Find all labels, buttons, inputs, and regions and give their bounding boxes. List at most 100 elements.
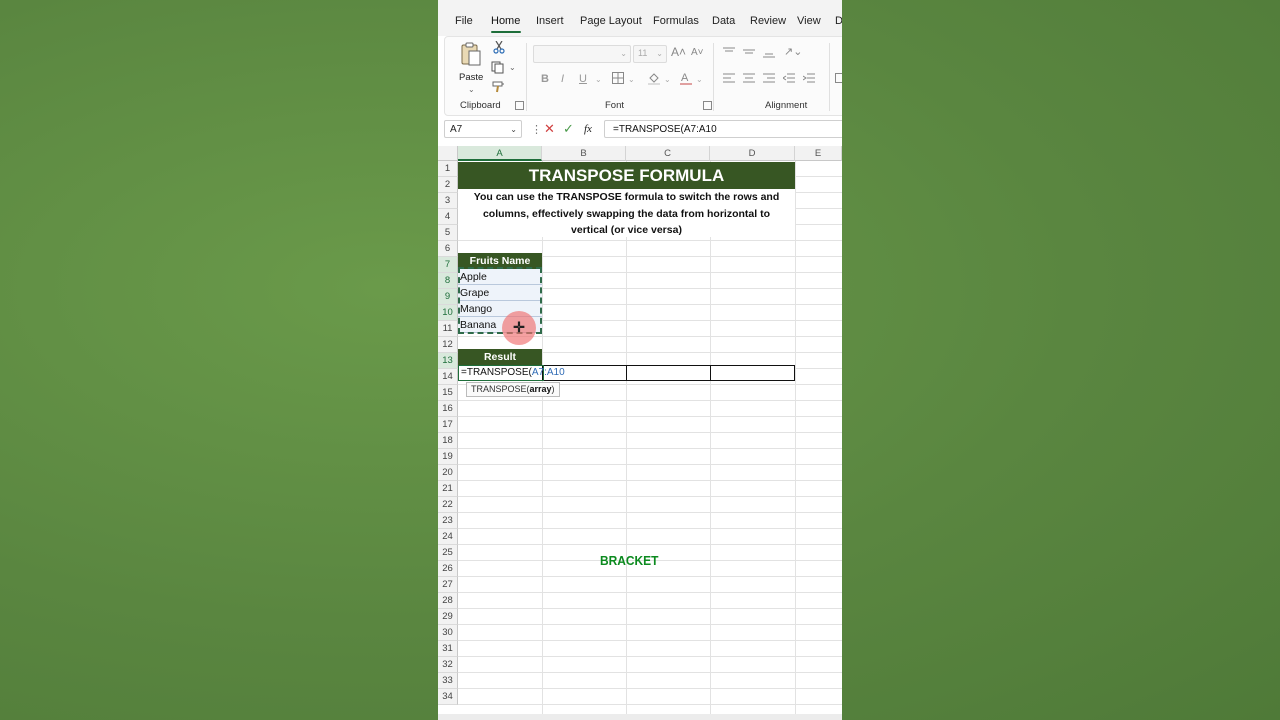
row-header[interactable]: 5 (438, 225, 458, 241)
column-header-d[interactable]: D (710, 146, 795, 161)
grid-row-line (458, 592, 842, 593)
increase-indent-icon[interactable] (803, 73, 815, 83)
align-center-icon[interactable] (743, 73, 755, 83)
borders-icon[interactable] (612, 72, 624, 84)
cancel-icon[interactable]: ✕ (544, 122, 555, 135)
row-header[interactable]: 34 (438, 689, 458, 705)
result-header-cell[interactable]: Result (458, 349, 542, 365)
grid-row-line (458, 704, 842, 705)
row-header[interactable]: 16 (438, 401, 458, 417)
merge-icon[interactable] (835, 73, 842, 83)
row-header[interactable]: 18 (438, 433, 458, 449)
row-header[interactable]: 27 (438, 577, 458, 593)
row-header[interactable]: 17 (438, 417, 458, 433)
cell-cursor-icon: ✛ (513, 319, 525, 335)
row-header[interactable]: 2 (438, 177, 458, 193)
row-header[interactable]: 21 (438, 481, 458, 497)
row-header[interactable]: 29 (438, 609, 458, 625)
font-color-icon[interactable]: A (679, 71, 693, 85)
font-launcher-icon[interactable] (703, 101, 712, 110)
tab-data[interactable]: Data (712, 15, 735, 27)
grid-row-line (458, 496, 842, 497)
description-line: columns, effectively swapping the data f… (482, 207, 771, 220)
copy-icon[interactable] (491, 61, 504, 74)
decrease-font-icon[interactable]: A˅ (691, 47, 704, 59)
chevron-down-icon[interactable]: ⌄ (595, 74, 602, 86)
tab-review[interactable]: Review (750, 15, 786, 27)
row-header[interactable]: 26 (438, 561, 458, 577)
row-header[interactable]: 25 (438, 545, 458, 561)
bold-icon[interactable]: B (541, 73, 549, 85)
align-middle-icon[interactable] (743, 47, 755, 57)
row-header[interactable]: 10 (438, 305, 458, 321)
insert-function-button[interactable]: fx (584, 123, 592, 135)
row-header[interactable]: 9 (438, 289, 458, 305)
font-name-dropdown[interactable]: ⌄ (533, 45, 631, 63)
more-options-icon[interactable]: ⋮ (531, 124, 542, 136)
decrease-indent-icon[interactable] (783, 73, 795, 83)
name-box[interactable]: A7 ⌄ (444, 120, 522, 138)
formula-input[interactable]: =TRANSPOSE(A7:A10 (604, 120, 842, 138)
chevron-down-icon[interactable]: ⌄ (628, 74, 635, 86)
tab-view[interactable]: View (797, 15, 821, 27)
row-header[interactable]: 11 (438, 321, 458, 337)
align-left-icon[interactable] (723, 73, 735, 83)
row-header[interactable]: 14 (438, 369, 458, 385)
orientation-icon[interactable]: ↗⌄ (784, 46, 802, 58)
row-header[interactable]: 6 (438, 241, 458, 257)
align-top-icon[interactable] (723, 47, 735, 57)
row-header[interactable]: 33 (438, 673, 458, 689)
tab-more[interactable]: D (835, 15, 842, 27)
tab-insert[interactable]: Insert (536, 15, 564, 27)
paste-dropdown-icon: ⌄ (468, 85, 475, 94)
cut-icon[interactable] (493, 41, 505, 54)
column-header-b[interactable]: B (542, 146, 626, 161)
align-bottom-icon[interactable] (763, 49, 775, 59)
format-painter-icon[interactable] (492, 81, 505, 93)
column-header-e[interactable]: E (795, 146, 842, 161)
tab-file[interactable]: File (455, 15, 473, 27)
row-header[interactable]: 7 (438, 257, 458, 273)
column-header-a[interactable]: A (458, 146, 542, 161)
row-header[interactable]: 32 (438, 657, 458, 673)
ribbon-divider (829, 43, 830, 111)
row-header[interactable]: 13 (438, 353, 458, 369)
result-row-cells[interactable]: =TRANSPOSE(A7:A10 (458, 365, 795, 381)
row-header[interactable]: 28 (438, 593, 458, 609)
function-tooltip[interactable]: TRANSPOSE(array) (466, 382, 560, 397)
italic-icon[interactable]: I (561, 73, 564, 85)
row-header[interactable]: 12 (438, 337, 458, 353)
tab-page-layout[interactable]: Page Layout (580, 15, 642, 27)
paste-button[interactable]: Paste ⌄ (455, 41, 487, 94)
column-header-c[interactable]: C (626, 146, 710, 161)
row-header[interactable]: 30 (438, 625, 458, 641)
tab-formulas[interactable]: Formulas (653, 15, 699, 27)
copy-dropdown-icon[interactable]: ⌄ (509, 62, 516, 74)
title-cell[interactable]: TRANSPOSE FORMULA (458, 162, 795, 189)
row-header[interactable]: 8 (438, 273, 458, 289)
chevron-down-icon[interactable]: ⌄ (664, 74, 671, 86)
row-header[interactable]: 15 (438, 385, 458, 401)
tab-home[interactable]: Home (491, 15, 520, 27)
row-header[interactable]: 20 (438, 465, 458, 481)
align-right-icon[interactable] (763, 73, 775, 83)
grid-row-line (458, 400, 842, 401)
font-size-dropdown[interactable]: 11 ⌄ (633, 45, 667, 63)
clipboard-launcher-icon[interactable] (515, 101, 524, 110)
row-header[interactable]: 4 (438, 209, 458, 225)
enter-icon[interactable]: ✓ (563, 122, 574, 135)
row-header[interactable]: 24 (438, 529, 458, 545)
row-header[interactable]: 1 (438, 161, 458, 177)
row-header[interactable]: 19 (438, 449, 458, 465)
chevron-down-icon[interactable]: ⌄ (696, 74, 703, 86)
fill-color-icon[interactable] (647, 71, 661, 85)
select-all-button[interactable] (438, 146, 458, 161)
description-cell[interactable]: You can use the TRANSPOSE formula to swi… (458, 189, 795, 237)
underline-icon[interactable]: U (579, 73, 587, 85)
row-header[interactable]: 3 (438, 193, 458, 209)
grid-row-line (458, 432, 842, 433)
row-header[interactable]: 31 (438, 641, 458, 657)
row-header[interactable]: 23 (438, 513, 458, 529)
increase-font-icon[interactable]: A˄ (671, 46, 686, 58)
row-header[interactable]: 22 (438, 497, 458, 513)
